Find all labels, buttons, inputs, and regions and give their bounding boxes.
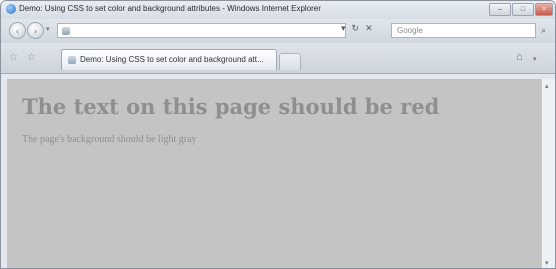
history-dropdown-icon[interactable]: ▾	[46, 25, 50, 33]
close-button[interactable]: ×	[535, 3, 553, 16]
address-dropdown-icon[interactable]: ▾	[341, 23, 346, 34]
home-icon[interactable]: ⌂	[516, 51, 523, 63]
home-dropdown-icon[interactable]: ▾	[533, 55, 537, 63]
tab-label: Demo: Using CSS to set color and backgro…	[80, 55, 264, 64]
window-controls: – □ ×	[489, 3, 553, 16]
stop-icon[interactable]: ✕	[365, 23, 373, 34]
forward-arrow-icon[interactable]: ›	[27, 22, 44, 39]
page-content: The text on this page should be red The …	[7, 79, 541, 268]
address-bar[interactable]	[57, 23, 346, 38]
scroll-down-icon[interactable]: ▾	[545, 259, 549, 267]
vertical-scrollbar[interactable]: ▴ ▾	[541, 79, 555, 268]
window-title: Demo: Using CSS to set color and backgro…	[19, 4, 321, 13]
search-icon[interactable]: ⌕	[541, 25, 546, 36]
add-favorites-icon[interactable]: ☆	[27, 52, 36, 63]
star-icon[interactable]: ☆	[9, 52, 18, 63]
maximize-button[interactable]: □	[512, 3, 534, 16]
tab-current[interactable]: Demo: Using CSS to set color and backgro…	[61, 49, 277, 70]
minimize-button[interactable]: –	[489, 3, 511, 16]
back-arrow-icon[interactable]: ‹	[9, 22, 26, 39]
tab-bar: ☆ ☆ Demo: Using CSS to set color and bac…	[1, 43, 555, 74]
browser-window: Demo: Using CSS to set color and backgro…	[0, 0, 556, 269]
refresh-icon[interactable]: ↻	[352, 23, 360, 34]
navigation-bar: ‹ › ▾ ▾ ↻ ✕ Google ⌕	[1, 19, 555, 43]
title-bar: Demo: Using CSS to set color and backgro…	[1, 1, 555, 19]
address-tools: ▾ ↻ ✕	[341, 23, 373, 34]
ie-icon	[6, 4, 16, 14]
page-heading: The text on this page should be red	[22, 94, 440, 119]
page-icon	[62, 27, 70, 35]
page-paragraph: The page's background should be light gr…	[22, 134, 197, 145]
search-input[interactable]: Google	[391, 23, 536, 38]
scroll-up-icon[interactable]: ▴	[545, 82, 549, 90]
tab-page-icon	[68, 56, 76, 64]
new-tab-button[interactable]	[279, 53, 301, 70]
